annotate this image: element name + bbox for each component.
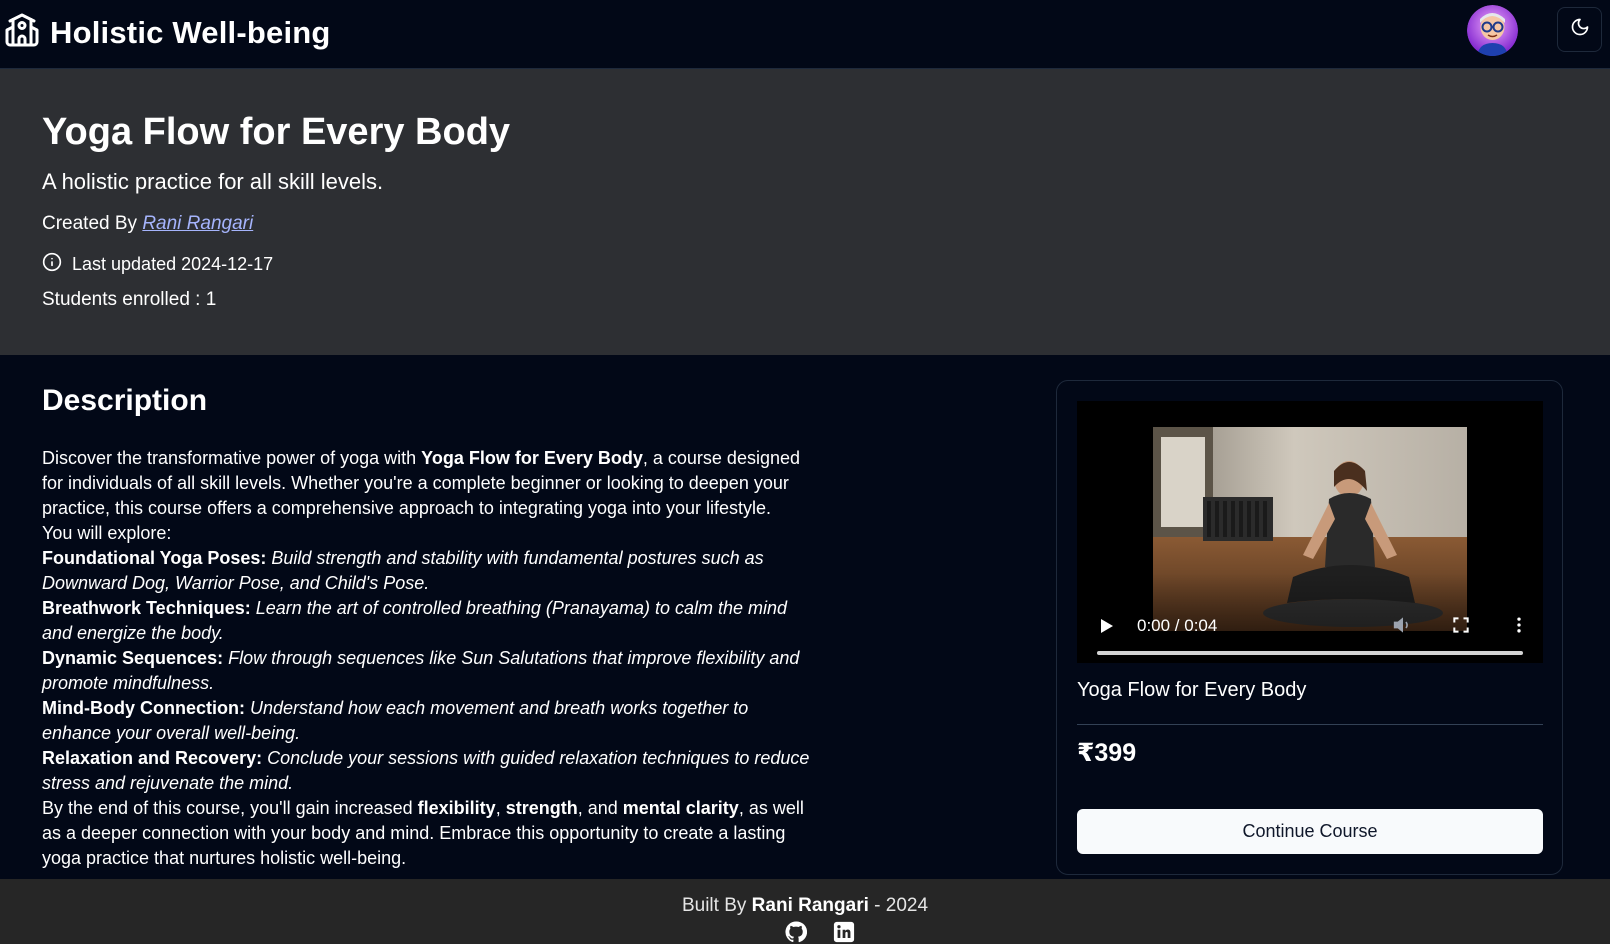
outro-bold: strength [505, 798, 578, 818]
course-card: 0:00 / 0:04 Yoga Flow for Every Body ₹39… [1056, 380, 1563, 875]
moon-icon [1570, 17, 1590, 42]
last-updated: Last updated 2024-12-17 [42, 252, 273, 277]
creator-link[interactable]: Rani Rangari [142, 213, 253, 234]
theme-toggle-button[interactable] [1557, 7, 1602, 52]
outro-bold: flexibility [417, 798, 496, 818]
brand-title: Holistic Well-being [50, 14, 331, 50]
play-icon[interactable] [1099, 617, 1115, 640]
continue-course-button[interactable]: Continue Course [1077, 809, 1543, 854]
item-title: Relaxation and Recovery: [42, 748, 263, 768]
explore-text: You will explore: [42, 523, 172, 543]
last-updated-text: Last updated 2024-12-17 [72, 254, 274, 274]
outro-text: , [495, 798, 506, 818]
info-icon [42, 252, 62, 277]
outro-text: By the end of this course, you'll gain i… [42, 798, 418, 818]
course-hero: Yoga Flow for Every Body A holistic prac… [0, 69, 1610, 355]
students-enrolled: Students enrolled : 1 [42, 289, 217, 310]
outro-bold: mental clarity [622, 798, 739, 818]
user-avatar[interactable] [1467, 5, 1518, 56]
outro-text: , and [577, 798, 623, 818]
card-course-name: Yoga Flow for Every Body [1077, 679, 1307, 701]
intro-bold: Yoga Flow for Every Body [421, 448, 643, 468]
description-body: Discover the transformative power of yog… [42, 446, 812, 871]
course-price: ₹399 [1077, 739, 1137, 767]
footer-social-links [785, 921, 855, 943]
linkedin-icon[interactable] [833, 921, 855, 943]
fullscreen-icon[interactable] [1451, 615, 1471, 640]
github-icon[interactable] [785, 921, 808, 943]
item-title: Breathwork Techniques: [42, 598, 251, 618]
item-title: Dynamic Sequences: [42, 648, 224, 668]
item-title: Mind-Body Connection: [42, 698, 245, 718]
school-building-icon [4, 12, 40, 53]
footer-author: Rani Rangari [751, 895, 869, 916]
created-by: Created By Rani Rangari [42, 213, 253, 235]
video-player[interactable]: 0:00 / 0:04 [1077, 401, 1543, 663]
card-divider [1077, 724, 1543, 725]
footer: Built By Rani Rangari - 2024 [0, 879, 1610, 944]
brand[interactable]: Holistic Well-being [4, 12, 331, 53]
footer-credit: Built By Rani Rangari - 2024 [0, 895, 1610, 917]
volume-icon[interactable] [1393, 615, 1413, 640]
course-title: Yoga Flow for Every Body [42, 111, 511, 153]
footer-year: - 2024 [868, 895, 929, 916]
course-subtitle: A holistic practice for all skill levels… [42, 169, 384, 194]
created-by-label: Created By [42, 213, 138, 234]
video-time: 0:00 / 0:04 [1137, 616, 1218, 635]
intro-text: Discover the transformative power of yog… [42, 448, 422, 468]
video-progress-bar[interactable] [1097, 651, 1523, 655]
more-vertical-icon[interactable] [1509, 615, 1529, 640]
footer-prefix: Built By [681, 895, 752, 916]
video-controls: 0:00 / 0:04 [1077, 573, 1543, 663]
navbar: Holistic Well-being [0, 0, 1610, 69]
item-title: Foundational Yoga Poses: [42, 548, 267, 568]
description-heading: Description [42, 384, 208, 417]
